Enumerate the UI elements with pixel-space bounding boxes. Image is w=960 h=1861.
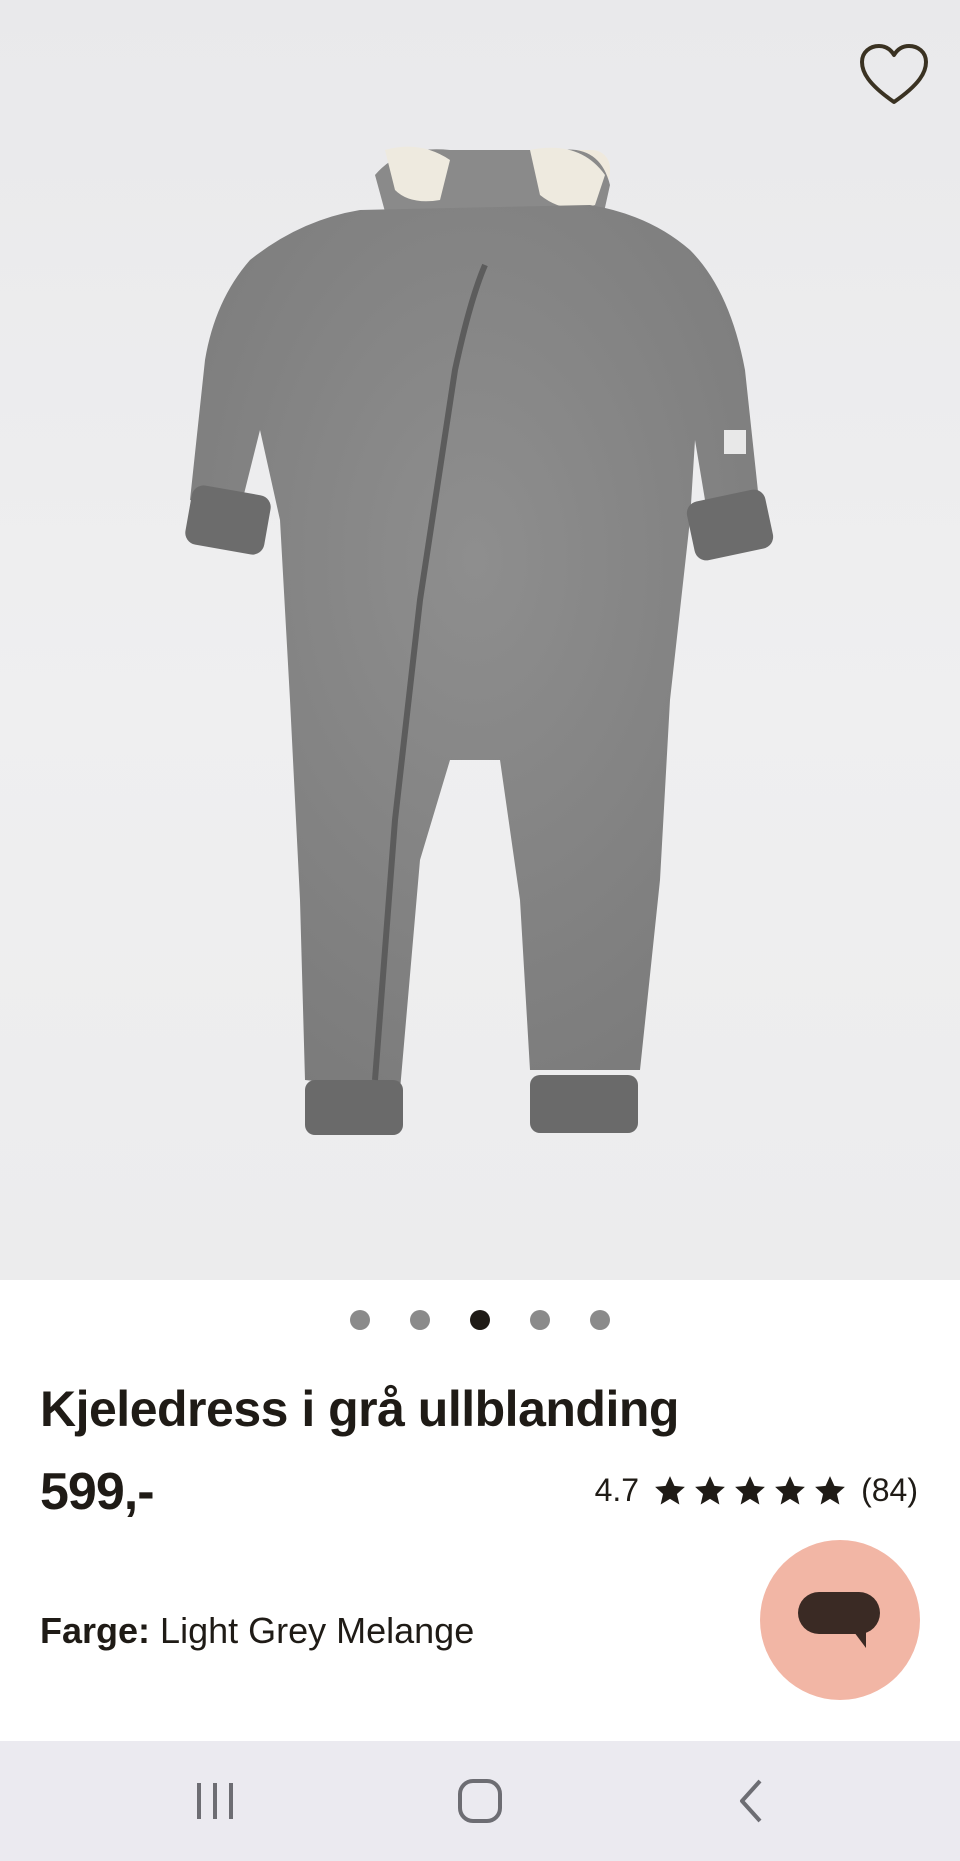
star-icon [695, 1475, 725, 1504]
product-rating[interactable]: 4.7 (84) [595, 1472, 918, 1509]
recent-apps-button[interactable] [155, 1741, 275, 1861]
product-image-gallery[interactable] [0, 0, 960, 1280]
gallery-dot-1[interactable] [350, 1310, 370, 1330]
star-icon [655, 1475, 685, 1504]
color-label: Farge: [40, 1610, 151, 1651]
rating-value: 4.7 [594, 1472, 640, 1508]
back-chevron-icon [740, 1779, 762, 1823]
gallery-dot-5[interactable] [590, 1310, 610, 1330]
gallery-dot-4[interactable] [530, 1310, 550, 1330]
product-price: 599,- [40, 1463, 155, 1521]
system-navigation-bar [0, 1741, 960, 1861]
back-button[interactable] [690, 1741, 810, 1861]
heart-outline-icon [860, 44, 928, 104]
rating-stars [653, 1474, 847, 1508]
color-info: Farge: Light Grey Melange [40, 1610, 474, 1652]
star-icon [815, 1475, 845, 1504]
recent-apps-icon [197, 1783, 233, 1819]
star-icon [735, 1475, 765, 1504]
product-photo [185, 146, 774, 1135]
gallery-dot-3[interactable] [470, 1310, 490, 1330]
favorite-button[interactable] [858, 42, 930, 108]
gallery-pagination [0, 1310, 960, 1330]
home-icon [458, 1779, 502, 1823]
star-icon [775, 1475, 805, 1504]
review-count: (84) [861, 1472, 918, 1508]
gallery-dot-2[interactable] [410, 1310, 430, 1330]
chat-button[interactable] [760, 1540, 920, 1700]
chat-bubble-icon [798, 1592, 880, 1648]
product-title: Kjeledress i grå ullblanding [40, 1381, 679, 1437]
color-value: Light Grey Melange [160, 1610, 475, 1651]
home-button[interactable] [420, 1741, 540, 1861]
